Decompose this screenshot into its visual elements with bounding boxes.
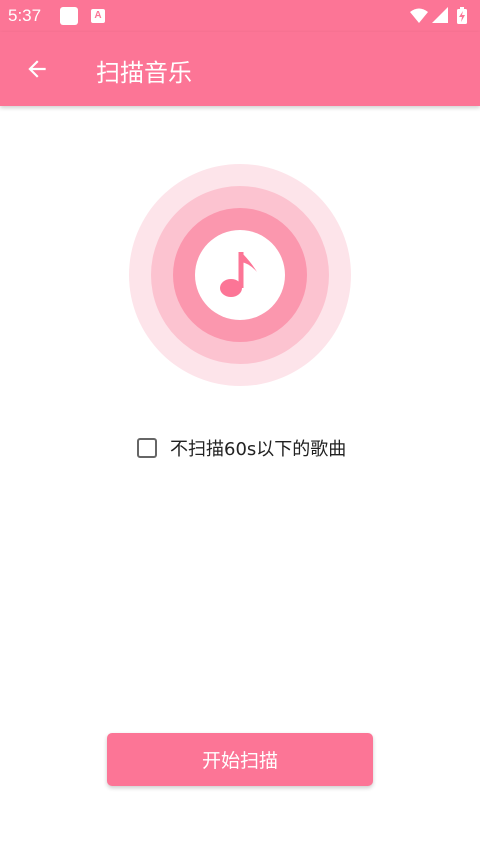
signal-icon xyxy=(432,7,448,23)
status-time: 5:37 xyxy=(8,6,42,25)
skip-short-songs-option[interactable]: 不扫描60s以下的歌曲 xyxy=(137,434,346,462)
status-bar: 5:37 A xyxy=(0,0,480,32)
battery-charging-icon xyxy=(457,7,467,24)
skip-short-songs-checkbox[interactable] xyxy=(137,438,157,458)
skip-short-songs-label: 不扫描60s以下的歌曲 xyxy=(170,439,347,460)
back-button[interactable] xyxy=(18,50,56,88)
start-scan-button[interactable]: 开始扫描 xyxy=(107,733,373,786)
music-circles xyxy=(129,164,351,386)
start-scan-label: 开始扫描 xyxy=(201,751,278,772)
system-status-icons xyxy=(410,7,467,24)
notification-square-icon xyxy=(60,7,78,25)
scan-illustration xyxy=(129,164,351,386)
arrow-left-icon xyxy=(28,60,46,78)
status-indicators xyxy=(408,6,472,26)
wifi-icon xyxy=(410,8,428,23)
page-title: 扫描音乐 xyxy=(96,59,192,87)
a-badge-icon: A xyxy=(91,9,105,23)
app-bar: 扫描音乐 xyxy=(0,32,480,106)
